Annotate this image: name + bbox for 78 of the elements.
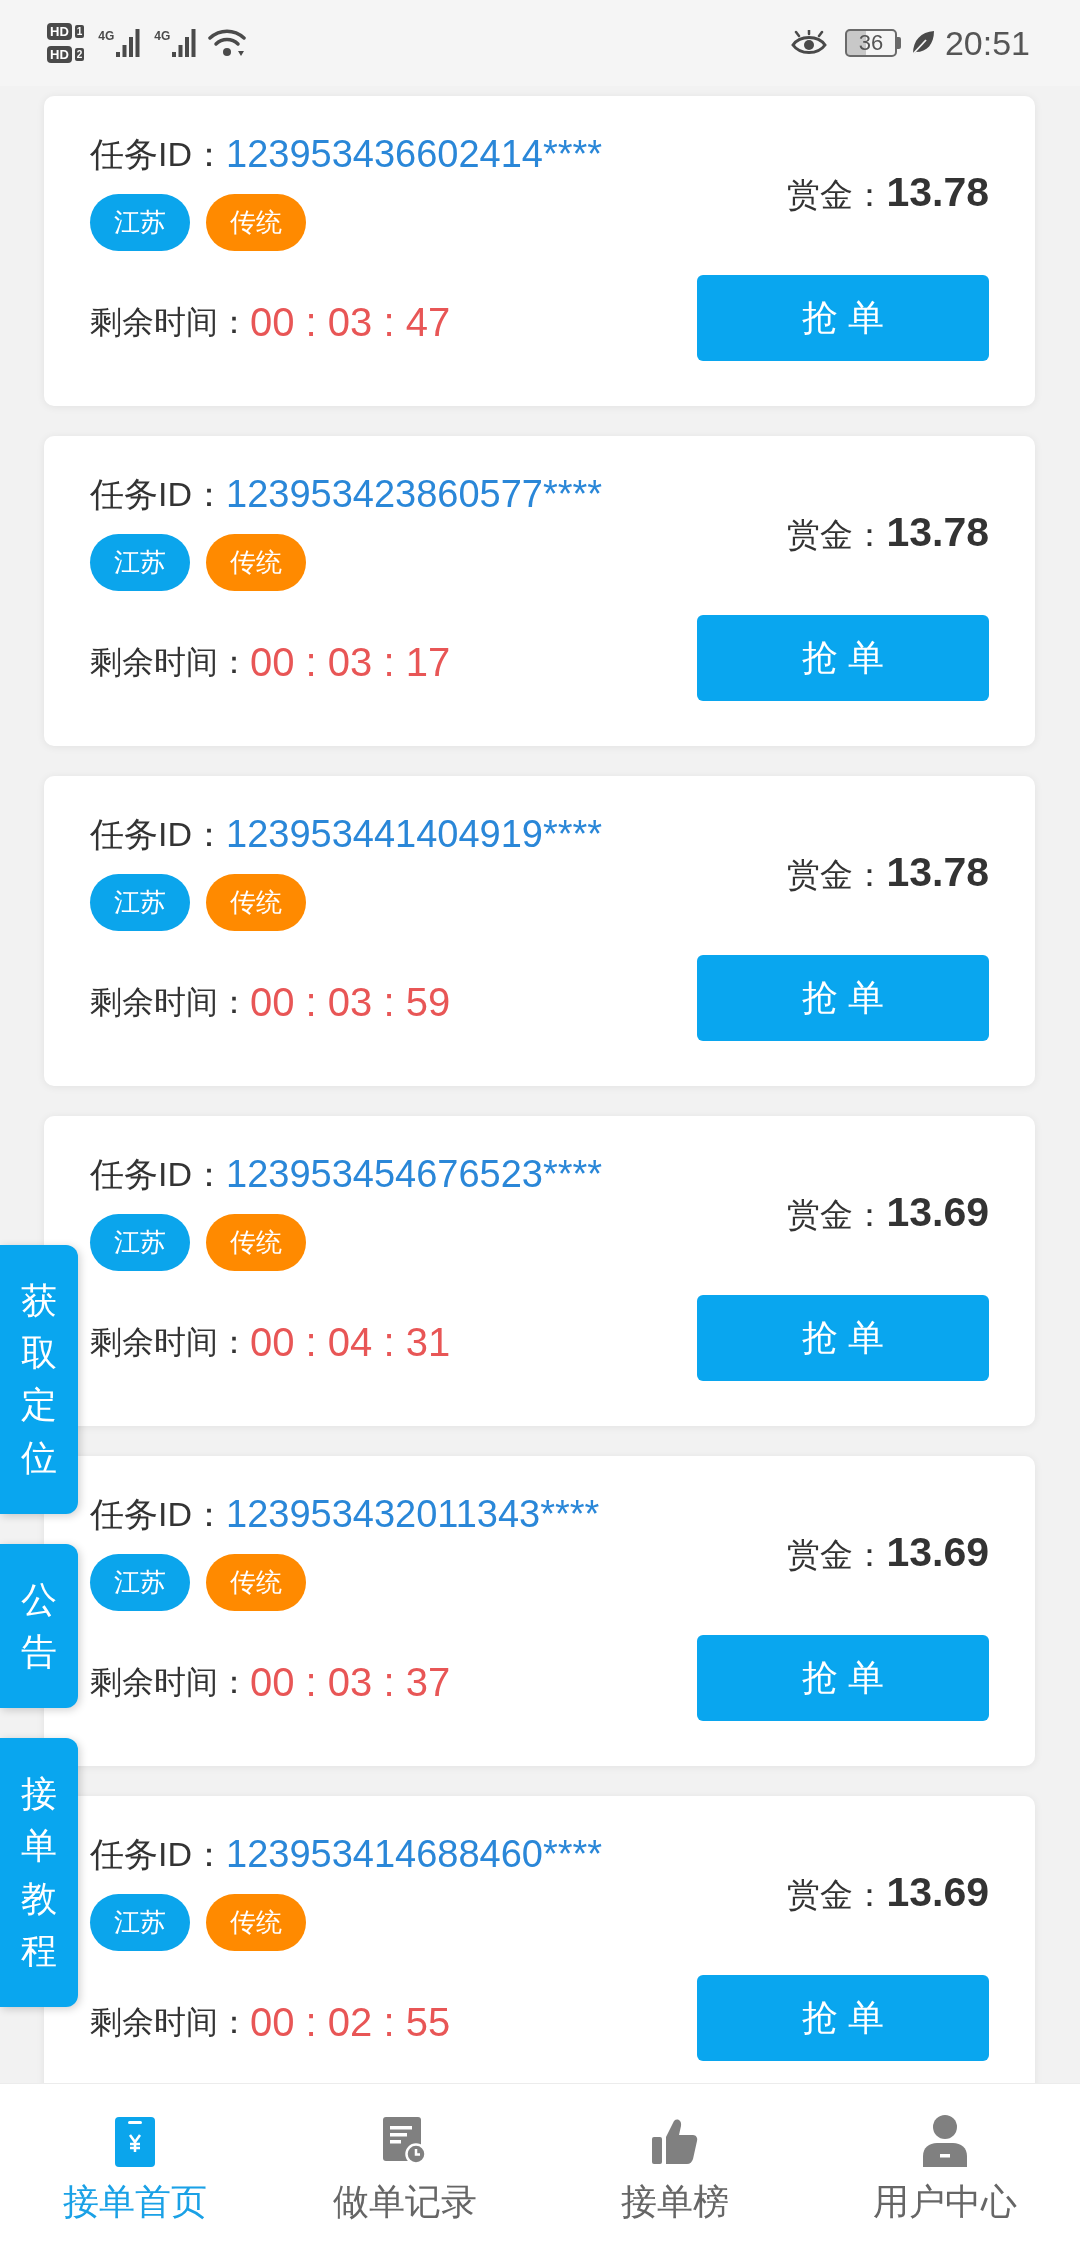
reward-amount: 13.78 xyxy=(886,848,989,897)
side-action-button[interactable]: 获取定位 xyxy=(0,1245,78,1514)
task-id-number: 123953441404919**** xyxy=(226,811,603,857)
user-icon xyxy=(921,2115,969,2167)
clipboard-yen-icon xyxy=(115,2115,155,2167)
sim-slot-badge: 1 xyxy=(74,25,85,38)
reward-label: 赏金： xyxy=(787,1195,887,1235)
side-action-button[interactable]: 公告 xyxy=(0,1543,78,1709)
tag: 江苏 xyxy=(90,194,190,251)
hd-badge: HD xyxy=(47,23,72,40)
signal-bars-icon xyxy=(172,29,197,57)
tag: 传统 xyxy=(206,1554,306,1611)
thumbs-up-icon xyxy=(651,2117,699,2165)
tag: 江苏 xyxy=(90,874,190,931)
remaining-time-label: 剩余时间： xyxy=(90,643,250,682)
side-action-button[interactable]: 接单教程 xyxy=(0,1738,78,2007)
eye-icon xyxy=(790,30,827,56)
task-id-number: 123953454676523**** xyxy=(226,1151,603,1197)
reward-label: 赏金： xyxy=(787,175,887,215)
task-id-number: 123953432011343**** xyxy=(226,1491,600,1537)
task-id-label: 任务ID： xyxy=(90,813,226,855)
task-id-label: 任务ID： xyxy=(90,1153,226,1195)
nav-tab[interactable]: 用户中心 xyxy=(810,2084,1080,2244)
tag: 传统 xyxy=(206,1214,306,1271)
reward-label: 赏金： xyxy=(787,515,887,555)
countdown-time: 00 : 03 : 47 xyxy=(250,299,451,346)
task-id-label: 任务ID： xyxy=(90,473,226,515)
remaining-time-label: 剩余时间： xyxy=(90,2003,250,2042)
nav-tab[interactable]: 做单记录 xyxy=(270,2084,540,2244)
tag: 江苏 xyxy=(90,1894,190,1951)
wifi-icon xyxy=(208,29,247,57)
reward-amount: 13.78 xyxy=(886,168,989,217)
countdown-time: 00 : 02 : 55 xyxy=(250,1999,451,2046)
grab-order-button[interactable]: 抢 单 xyxy=(697,275,989,361)
tag: 传统 xyxy=(206,1894,306,1951)
tag: 江苏 xyxy=(90,534,190,591)
remaining-time-label: 剩余时间： xyxy=(90,303,250,342)
tag: 传统 xyxy=(206,874,306,931)
remaining-time-label: 剩余时间： xyxy=(90,983,250,1022)
battery-percent: 36 xyxy=(858,31,884,55)
document-clock-icon xyxy=(383,2117,427,2165)
reward-amount: 13.69 xyxy=(886,1868,989,1917)
tag: 江苏 xyxy=(90,1554,190,1611)
task-id-label: 任务ID： xyxy=(90,1493,226,1535)
tag: 江苏 xyxy=(90,1214,190,1271)
remaining-time-label: 剩余时间： xyxy=(90,1663,250,1702)
task-id-label: 任务ID： xyxy=(90,1833,226,1875)
countdown-time: 00 : 03 : 17 xyxy=(250,639,451,686)
grab-order-button[interactable]: 抢 单 xyxy=(697,615,989,701)
task-id-number: 123953414688460**** xyxy=(226,1831,603,1877)
leaf-icon xyxy=(910,30,935,56)
countdown-time: 00 : 03 : 37 xyxy=(250,1659,451,1706)
remaining-time-label: 剩余时间： xyxy=(90,1323,250,1362)
network-type-label: 4G xyxy=(154,29,171,43)
task-id-label: 任务ID： xyxy=(90,133,226,175)
reward-label: 赏金： xyxy=(787,1875,887,1915)
clock-time: 20:51 xyxy=(944,23,1030,63)
countdown-time: 00 : 03 : 59 xyxy=(250,979,451,1026)
tag: 传统 xyxy=(206,194,306,251)
nav-tab[interactable]: 接单首页 xyxy=(0,2084,270,2244)
grab-order-button[interactable]: 抢 单 xyxy=(697,955,989,1041)
task-id-number: 123953423860577**** xyxy=(226,471,603,517)
reward-label: 赏金： xyxy=(787,1535,887,1575)
hd-badge: HD xyxy=(47,46,72,63)
network-type-label: 4G xyxy=(98,29,115,43)
grab-order-button[interactable]: 抢 单 xyxy=(697,1975,989,2061)
signal-bars-icon xyxy=(116,29,141,57)
reward-label: 赏金： xyxy=(787,855,887,895)
task-id-number: 123953436602414**** xyxy=(226,131,603,177)
reward-amount: 13.69 xyxy=(886,1528,989,1577)
tag: 传统 xyxy=(206,534,306,591)
sim-slot-badge: 2 xyxy=(74,48,85,61)
grab-order-button[interactable]: 抢 单 xyxy=(697,1635,989,1721)
countdown-time: 00 : 04 : 31 xyxy=(250,1319,451,1366)
reward-amount: 13.78 xyxy=(886,508,989,557)
grab-order-button[interactable]: 抢 单 xyxy=(697,1295,989,1381)
nav-tab[interactable]: 接单榜 xyxy=(540,2084,810,2244)
reward-amount: 13.69 xyxy=(886,1188,989,1237)
